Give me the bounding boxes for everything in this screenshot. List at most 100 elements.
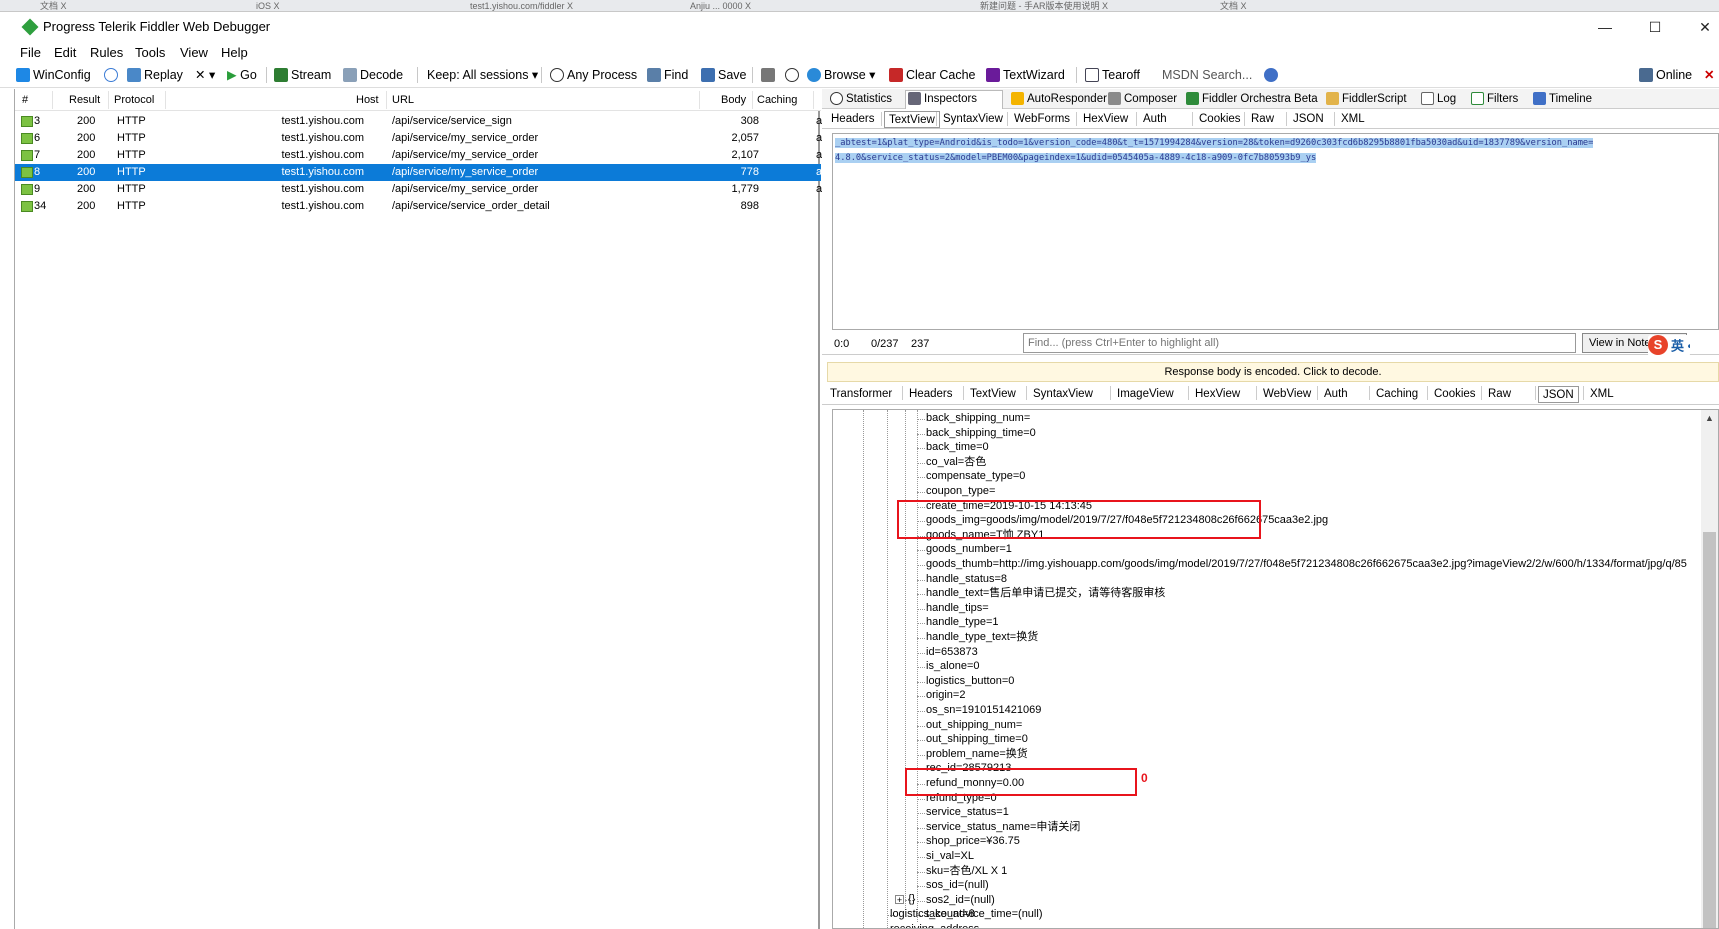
close-button[interactable]: ✕ [1690, 16, 1719, 38]
menu-tools[interactable]: Tools [135, 45, 165, 60]
tab-filters[interactable]: Filters [1469, 91, 1518, 108]
menu-help[interactable]: Help [221, 45, 248, 60]
json-field[interactable]: back_shipping_num= [926, 411, 1030, 426]
menu-edit[interactable]: Edit [54, 45, 76, 60]
request-body-textview[interactable]: _abtest=1&plat_type=Android&is_todo=1&ve… [832, 133, 1719, 330]
scrollbar-thumb[interactable] [1703, 532, 1716, 928]
column-header-number[interactable]: # [22, 94, 28, 106]
menu-view[interactable]: View [180, 45, 208, 60]
json-field[interactable]: logistics_button=0 [926, 674, 1014, 689]
tearoff-button[interactable]: Tearoff [1085, 66, 1140, 84]
json-field[interactable]: sos2_id=(null) [926, 893, 995, 908]
request-tab-webforms[interactable]: WebForms [1010, 111, 1074, 128]
ime-indicator[interactable]: S英 •, [1648, 335, 1690, 357]
any-process-button[interactable]: Any Process [550, 66, 637, 84]
response-tab-textview[interactable]: TextView [966, 386, 1020, 403]
response-tab-syntaxview[interactable]: SyntaxView [1029, 386, 1097, 403]
json-field[interactable]: shop_price=¥36.75 [926, 834, 1020, 849]
response-tab-json[interactable]: JSON [1538, 386, 1579, 403]
json-field[interactable]: goods_thumb=http://img.yishouapp.com/goo… [926, 557, 1687, 572]
session-row[interactable]: 3 200 HTTP test1.yishou.com/api/service/ser… [15, 113, 822, 130]
json-field[interactable]: coupon_type= [926, 484, 995, 499]
json-field[interactable]: co_val=杏色 [926, 455, 986, 470]
session-row[interactable]: 9 200 HTTP test1.yishou.com/api/service/my_… [15, 181, 822, 198]
json-field[interactable]: handle_type=1 [926, 615, 998, 630]
tree-expand-icon[interactable]: + [895, 895, 904, 905]
browser-tab[interactable]: 新建问题 - 手AR版本使用说明 X [980, 0, 1190, 11]
json-field[interactable]: back_time=0 [926, 440, 989, 455]
json-field[interactable]: id=653873 [926, 645, 978, 660]
response-tab-cookies[interactable]: Cookies [1430, 386, 1480, 403]
close-toolbar-button[interactable]: ✕ [1704, 66, 1714, 84]
column-header-caching[interactable]: Caching [757, 94, 797, 106]
column-header-body[interactable]: Body [721, 94, 746, 106]
json-field[interactable]: handle_type_text=换货 [926, 630, 1038, 645]
session-row[interactable]: 6 200 HTTP test1.yishou.com/api/service/my_… [15, 130, 822, 147]
stream-button[interactable]: Stream [274, 66, 331, 84]
tab-composer[interactable]: Composer [1106, 91, 1177, 108]
json-field[interactable]: os_sn=1910151421069 [926, 703, 1041, 718]
request-tab-cookies[interactable]: Cookies [1195, 111, 1245, 128]
replay-button[interactable]: Replay [127, 66, 183, 84]
response-tab-webview[interactable]: WebView [1259, 386, 1315, 403]
menu-rules[interactable]: Rules [90, 45, 123, 60]
vertical-scrollbar[interactable]: ▲ [1701, 410, 1718, 928]
json-field[interactable]: service_status_name=申请关闭 [926, 820, 1080, 835]
json-field[interactable]: sku=杏色/XL X 1 [926, 864, 1007, 879]
column-header-protocol[interactable]: Protocol [114, 94, 154, 106]
request-tab-auth[interactable]: Auth [1139, 111, 1171, 128]
json-field[interactable]: sos_id=(null) [926, 878, 989, 893]
json-node-logistics-count[interactable]: logistics_count=8 [890, 907, 975, 922]
decode-notice-bar[interactable]: Response body is encoded. Click to decod… [827, 362, 1719, 382]
request-tab-headers[interactable]: Headers [827, 111, 878, 128]
response-tab-imageview[interactable]: ImageView [1113, 386, 1178, 403]
json-field[interactable]: si_val=XL [926, 849, 974, 864]
request-tab-raw[interactable]: Raw [1247, 111, 1278, 128]
response-tab-transformer[interactable]: Transformer [826, 386, 896, 403]
session-row[interactable]: 8 200 HTTP test1.yishou.com/api/service/my_… [15, 164, 822, 181]
go-button[interactable]: ▶ Go [227, 66, 257, 84]
response-tab-caching[interactable]: Caching [1372, 386, 1422, 403]
tab-statistics[interactable]: Statistics [828, 91, 892, 108]
json-field[interactable]: service_status=1 [926, 805, 1009, 820]
response-tab-xml[interactable]: XML [1586, 386, 1618, 403]
tab-log[interactable]: Log [1419, 91, 1456, 108]
textwizard-button[interactable]: TextWizard [986, 66, 1065, 84]
json-field[interactable]: handle_text=售后单申请已提交，请等待客服审核 [926, 586, 1165, 601]
screenshot-button[interactable] [761, 66, 778, 84]
browser-tab[interactable]: test1.yishou.com/fiddler X [470, 0, 670, 11]
request-tab-xml[interactable]: XML [1337, 111, 1369, 128]
menu-file[interactable]: File [20, 45, 41, 60]
response-tab-raw[interactable]: Raw [1484, 386, 1515, 403]
tab-inspectors[interactable]: Inspectors [905, 90, 1003, 109]
timer-button[interactable] [785, 66, 802, 84]
browse-button[interactable]: Browse ▾ [807, 66, 875, 84]
tab-fiddlerscript[interactable]: FiddlerScript [1324, 91, 1407, 108]
browser-tab[interactable]: 文档 X [40, 0, 220, 11]
request-tab-syntaxview[interactable]: SyntaxView [939, 111, 1007, 128]
remove-sessions-button[interactable]: ✕ ▾ [195, 66, 215, 84]
response-tab-headers[interactable]: Headers [905, 386, 956, 403]
response-tab-hexview[interactable]: HexView [1191, 386, 1244, 403]
save-button[interactable]: Save [701, 66, 747, 84]
keep-sessions-dropdown[interactable]: Keep: All sessions ▾ [427, 66, 538, 84]
tab-fiddler-orchestra[interactable]: Fiddler Orchestra Beta [1184, 91, 1318, 108]
json-node-object[interactable]: {} [908, 892, 915, 907]
tab-timeline[interactable]: Timeline [1531, 91, 1592, 108]
help-button[interactable] [1264, 66, 1281, 84]
column-header-host[interactable]: Host [356, 94, 379, 106]
scroll-up-arrow-icon[interactable]: ▲ [1701, 410, 1718, 427]
comment-button[interactable] [104, 66, 121, 84]
json-field[interactable]: problem_name=换货 [926, 747, 1028, 762]
clear-cache-button[interactable]: Clear Cache [889, 66, 975, 84]
json-field[interactable]: is_alone=0 [926, 659, 980, 674]
json-field[interactable]: handle_status=8 [926, 572, 1007, 587]
decode-button[interactable]: Decode [343, 66, 403, 84]
session-row[interactable]: 7 200 HTTP test1.yishou.com/api/service/my_… [15, 147, 822, 164]
json-field[interactable]: compensate_type=0 [926, 469, 1025, 484]
json-field[interactable]: handle_tips= [926, 601, 989, 616]
json-field[interactable]: out_shipping_num= [926, 718, 1022, 733]
browser-tab[interactable]: Anjiu ... 0000 X [690, 0, 890, 11]
response-tab-auth[interactable]: Auth [1320, 386, 1352, 403]
json-field[interactable]: back_shipping_time=0 [926, 426, 1036, 441]
